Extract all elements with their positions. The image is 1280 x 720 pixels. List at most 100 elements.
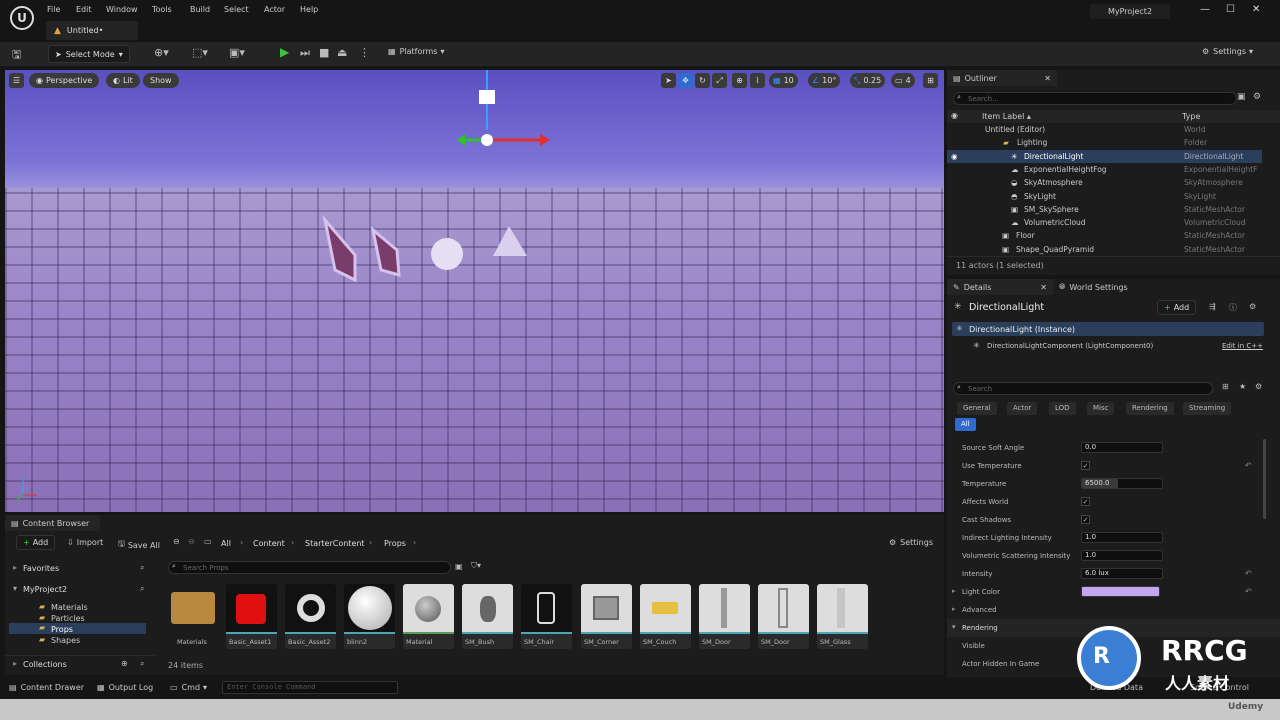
asset-tile[interactable]: SM_Couch xyxy=(640,584,691,649)
rotation-snap-button[interactable]: ∠ 10° xyxy=(808,73,841,88)
asset-tile[interactable]: Basic_Asset2 xyxy=(285,584,336,649)
folder-particles[interactable]: ▰ Particles xyxy=(35,613,145,623)
close-icon[interactable]: ✕ xyxy=(1252,4,1260,15)
camera-speed-button[interactable]: ▭ 4 xyxy=(891,73,915,88)
save-all-button[interactable]: 🖫 Save All xyxy=(118,538,160,552)
filter-icon[interactable]: ⛉▾ xyxy=(471,561,481,571)
stop-icon[interactable]: ■ xyxy=(319,46,329,59)
section-advanced[interactable]: ▸ Advanced xyxy=(947,601,1272,619)
asset-tile[interactable]: SM_Bush xyxy=(462,584,513,649)
blueprint-icon[interactable]: ⇶ xyxy=(1209,302,1216,311)
search-icon[interactable]: ⌕ xyxy=(140,659,144,669)
tree-row-directional-light[interactable]: ◉ ✳ DirectionalLight DirectionalLight xyxy=(947,149,1262,163)
show-button[interactable]: Show xyxy=(143,73,179,88)
asset-tile[interactable]: blinn2 xyxy=(344,584,395,649)
project-section[interactable]: ▾ MyProject2 ⌕ xyxy=(5,582,155,596)
details-tab[interactable]: ✎ Details ✕ xyxy=(947,279,1053,295)
asset-folder-materials[interactable]: Materials xyxy=(168,584,219,649)
asset-tile[interactable]: SM_Corner xyxy=(581,584,632,649)
output-log-button[interactable]: ▦ Output Log xyxy=(97,683,153,692)
folder-props[interactable]: ▰ Props xyxy=(9,623,146,634)
level-tab[interactable]: ▲ Untitled• xyxy=(46,21,138,40)
tree-row-skysphere[interactable]: ▣ SM_SkySphere StaticMeshActor xyxy=(947,203,1280,216)
play-icon[interactable]: ▶ xyxy=(280,45,289,59)
add-collection-icon[interactable]: ⊕ xyxy=(121,659,128,668)
prop-value-input[interactable]: 6.0 lux xyxy=(1081,568,1163,579)
translate-tool-icon[interactable]: ✥ xyxy=(678,73,693,88)
surface-snap-icon[interactable]: ⌇ xyxy=(750,73,765,88)
world-local-icon[interactable]: ⊕ xyxy=(732,73,747,88)
minimize-icon[interactable]: — xyxy=(1200,4,1210,15)
back-icon[interactable]: ⊖ xyxy=(173,537,180,546)
save-icon[interactable]: 🖫 xyxy=(12,46,21,65)
cinematics-icon[interactable]: ▣▾ xyxy=(229,46,245,59)
prop-value-input[interactable]: 1.0 xyxy=(1081,550,1163,561)
asset-search-input[interactable]: Search Props xyxy=(168,561,451,574)
folder-shapes[interactable]: ▰ Shapes xyxy=(35,635,145,645)
add-component-button[interactable]: + Add xyxy=(1157,300,1197,315)
perspective-button[interactable]: ◉ Perspective xyxy=(29,73,100,88)
collections-section[interactable]: ▸ Collections ⊕ ⌕ xyxy=(5,655,155,669)
prop-value-input[interactable]: 1.0 xyxy=(1081,532,1163,543)
checkbox-checked[interactable]: ✓ xyxy=(1081,515,1090,524)
type-header[interactable]: Type xyxy=(1182,112,1200,121)
favorites-section[interactable]: ▸ Favorites ⌕ xyxy=(5,561,155,575)
gear-icon[interactable]: ⚙ xyxy=(1253,92,1261,102)
search-icon[interactable]: ⌕ xyxy=(140,584,144,594)
filter-all[interactable]: All xyxy=(955,418,976,431)
menu-help[interactable]: Help xyxy=(300,5,318,14)
asset-tile[interactable]: SM_Door xyxy=(758,584,809,649)
asset-tile[interactable]: Basic_Asset1 xyxy=(226,584,277,649)
select-tool-icon[interactable]: ➤ xyxy=(661,73,676,88)
grid-snap-button[interactable]: ▦ 10 xyxy=(769,73,798,88)
cb-settings-button[interactable]: ⚙ Settings xyxy=(889,538,933,547)
prop-value-input[interactable]: 0.0 xyxy=(1081,442,1163,453)
reset-arrow-icon[interactable]: ↶ xyxy=(1245,587,1252,596)
reset-arrow-icon[interactable]: ↶ xyxy=(1245,569,1252,578)
step-icon[interactable]: ⏭ xyxy=(300,46,310,60)
search-icon[interactable]: ⌕ xyxy=(140,563,144,573)
table-view-icon[interactable]: ⊞ xyxy=(1222,382,1229,391)
filter-rendering[interactable]: Rendering xyxy=(1126,402,1174,415)
component-row[interactable]: DirectionalLightComponent (LightComponen… xyxy=(987,342,1153,350)
asset-tile[interactable]: SM_Door xyxy=(699,584,750,649)
gear-icon[interactable]: ⚙ xyxy=(1249,302,1256,311)
settings-button[interactable]: ⚙ Settings ▾ xyxy=(1202,47,1253,56)
tree-row-pyramid[interactable]: ▣ Shape_QuadPyramid StaticMeshActor xyxy=(947,243,1280,256)
platforms-button[interactable]: ▦ Platforms ▾ xyxy=(388,47,444,56)
close-tab-icon[interactable]: ✕ xyxy=(1040,283,1047,292)
details-search-input[interactable]: Search xyxy=(953,382,1213,395)
outliner-search-input[interactable]: Search... xyxy=(953,92,1237,105)
filter-lod[interactable]: LOD xyxy=(1049,402,1076,415)
checkbox-checked[interactable]: ✓ xyxy=(1081,497,1090,506)
forward-icon[interactable]: ⊖ xyxy=(188,537,195,546)
filter-streaming[interactable]: Streaming xyxy=(1183,402,1232,415)
menu-actor[interactable]: Actor xyxy=(264,5,285,14)
tree-row-sky-atmosphere[interactable]: ◒ SkyAtmosphere SkyAtmosphere xyxy=(947,176,1280,189)
star-icon[interactable]: ★ xyxy=(1239,382,1246,391)
content-drawer-button[interactable]: ▤ Content Drawer xyxy=(9,683,84,692)
filter-actor[interactable]: Actor xyxy=(1007,402,1038,415)
tree-row-volumetric-cloud[interactable]: ☁ VolumetricCloud VolumetricCloud xyxy=(947,216,1280,229)
world-settings-tab[interactable]: 🌐︎ World Settings xyxy=(1059,282,1128,292)
more-options-icon[interactable]: ⋮ xyxy=(359,46,370,59)
checkbox-checked[interactable]: ✓ xyxy=(1081,461,1090,470)
add-content-icon[interactable]: ⊕▾ xyxy=(154,46,169,59)
close-tab-icon[interactable]: ✕ xyxy=(1044,74,1051,83)
menu-select[interactable]: Select xyxy=(224,5,249,14)
filter-general[interactable]: General xyxy=(957,402,997,415)
instance-row[interactable]: ✳ DirectionalLight (Instance) xyxy=(952,322,1264,336)
level-viewport[interactable]: ☰ ◉ Perspective ◐ Lit Show ➤ ✥ ↻ ⤢ ⊕ ⌇ ▦… xyxy=(5,70,944,512)
folder-materials[interactable]: ▰ Materials xyxy=(35,602,145,612)
tree-row-world[interactable]: Untitled (Editor) World xyxy=(947,123,1280,136)
content-browser-tab[interactable]: ▤ Content Browser xyxy=(5,515,100,531)
save-search-icon[interactable]: ▣ xyxy=(455,562,463,571)
folder-add-icon[interactable]: ▣ xyxy=(1237,92,1246,102)
layout-icon[interactable]: ⊞ xyxy=(923,73,938,88)
outliner-tab[interactable]: ▤ Outliner ✕ xyxy=(947,70,1057,86)
select-mode-button[interactable]: ➤ Select Mode ▾ xyxy=(48,45,130,63)
maximize-icon[interactable]: ☐ xyxy=(1226,4,1235,15)
actor-name[interactable]: DirectionalLight xyxy=(969,302,1044,313)
expand-arrow-icon[interactable]: ▸ xyxy=(952,587,956,595)
asset-tile[interactable]: Material xyxy=(403,584,454,649)
